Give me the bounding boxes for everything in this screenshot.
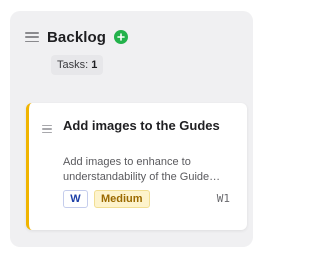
column-header: Backlog xyxy=(25,26,129,48)
task-count-value: 1 xyxy=(91,59,98,71)
card-id: W1 xyxy=(216,192,230,205)
task-count-badge: Tasks: 1 xyxy=(51,55,104,75)
task-count-label: Tasks: xyxy=(57,59,89,71)
column-drag-handle-icon[interactable] xyxy=(25,32,39,42)
task-card[interactable]: Add images to the Gudes Add images to en… xyxy=(26,103,247,230)
workspace-tag: W xyxy=(63,190,88,208)
add-task-button[interactable] xyxy=(114,30,129,44)
backlog-column: Backlog Tasks: 1 Add images to the Gudes… xyxy=(10,11,253,247)
card-drag-handle-icon[interactable] xyxy=(42,125,52,133)
column-title: Backlog xyxy=(47,28,107,46)
card-title[interactable]: Add images to the Gudes xyxy=(63,117,233,134)
plus-icon xyxy=(117,33,125,41)
card-description: Add images to enhance to understandabili… xyxy=(63,156,221,183)
priority-tag: Medium xyxy=(94,190,150,208)
